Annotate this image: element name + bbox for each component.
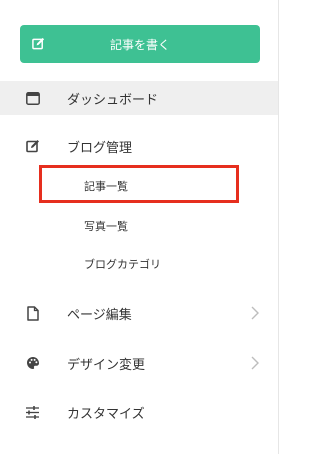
sliders-icon	[25, 405, 40, 420]
palette-icon	[25, 356, 40, 371]
nav-label-design-change: デザイン変更	[67, 357, 146, 373]
browser-window-icon	[25, 91, 40, 106]
sub-item-article-list[interactable]: 記事一覧	[40, 171, 240, 201]
nav-item-design-change[interactable]: デザイン変更	[0, 346, 278, 380]
nav-item-customize[interactable]: カスタマイズ	[0, 395, 278, 429]
nav-label-blog-admin: ブログ管理	[67, 140, 133, 156]
edit-icon	[25, 139, 40, 154]
nav-label-dashboard: ダッシュボード	[67, 92, 159, 108]
sub-label-blog-category: ブログカテゴリ	[84, 258, 161, 271]
nav-label-customize: カスタマイズ	[67, 406, 145, 422]
nav-item-dashboard[interactable]: ダッシュボード	[0, 81, 278, 115]
sub-label-article-list: 記事一覧	[84, 180, 128, 193]
chevron-right-icon	[251, 306, 259, 320]
sidebar: 記事を書く ダッシュボード ブログ管理 記事一覧 写真一覧 ブログカテゴリ ペー…	[0, 0, 279, 454]
sub-label-photo-list: 写真一覧	[84, 220, 128, 233]
document-icon	[25, 305, 40, 321]
sub-item-photo-list[interactable]: 写真一覧	[40, 211, 240, 241]
write-article-label: 記事を書く	[109, 37, 170, 52]
nav-item-page-edit[interactable]: ページ編集	[0, 296, 278, 330]
sub-item-blog-category[interactable]: ブログカテゴリ	[40, 249, 240, 279]
nav-label-page-edit: ページ編集	[67, 307, 132, 323]
nav-item-blog-admin[interactable]: ブログ管理	[0, 129, 278, 163]
chevron-right-icon	[251, 356, 259, 370]
write-article-button[interactable]: 記事を書く	[20, 25, 260, 63]
edit-icon	[32, 37, 45, 50]
